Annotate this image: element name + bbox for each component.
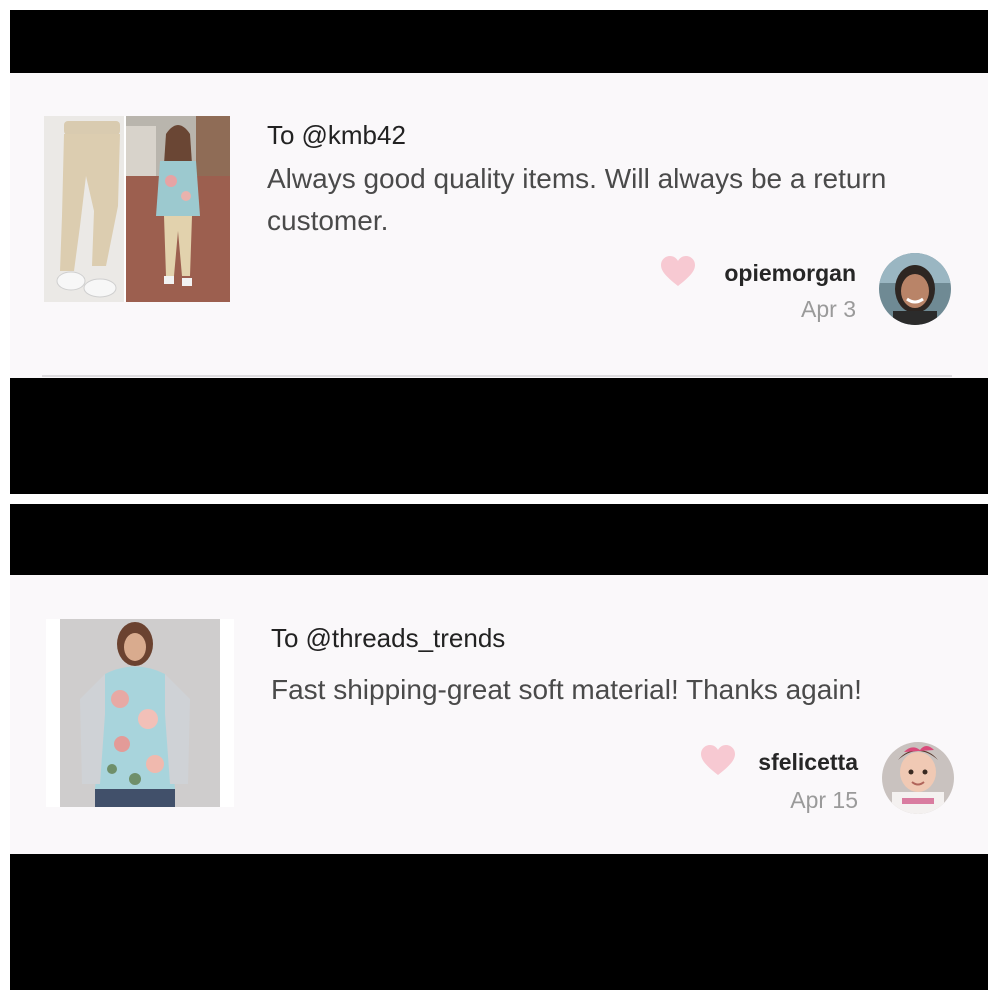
bottom-black-bar bbox=[10, 854, 988, 990]
avatar-image bbox=[882, 742, 954, 814]
product-photo-model bbox=[126, 116, 230, 302]
review-card-2[interactable]: To @threads_trends Fast shipping-great so… bbox=[10, 575, 988, 854]
product-thumbnail[interactable] bbox=[46, 619, 234, 807]
divider bbox=[42, 375, 952, 377]
to-label: To bbox=[267, 120, 295, 150]
collage-gap bbox=[0, 494, 1000, 504]
reviewer-username[interactable]: sfelicetta bbox=[758, 749, 858, 776]
heart-icon[interactable] bbox=[660, 255, 696, 287]
review-card-1[interactable]: To @kmb42 Always good quality items. Will… bbox=[10, 73, 988, 378]
pants-image bbox=[44, 116, 124, 302]
floral-top-image bbox=[60, 619, 220, 807]
avatar[interactable] bbox=[879, 253, 951, 325]
review-date: Apr 3 bbox=[801, 296, 856, 322]
top-black-bar bbox=[10, 10, 988, 73]
product-photo-top bbox=[60, 619, 220, 807]
model-image bbox=[126, 116, 230, 302]
to-label: To bbox=[271, 623, 299, 653]
middle-black-bar-1 bbox=[10, 378, 988, 494]
recipient-handle[interactable]: @kmb42 bbox=[301, 120, 405, 150]
review-message: Always good quality items. Will always b… bbox=[267, 163, 887, 236]
recipient-handle[interactable]: @threads_trends bbox=[305, 623, 505, 653]
avatar-image bbox=[879, 253, 951, 325]
product-thumbnail[interactable] bbox=[44, 116, 230, 302]
heart-icon[interactable] bbox=[700, 744, 736, 776]
review-date: Apr 15 bbox=[790, 787, 858, 813]
reviewer-username[interactable]: opiemorgan bbox=[724, 260, 856, 287]
recipient-line: To @threads_trends bbox=[271, 623, 505, 654]
product-photo-pants bbox=[44, 116, 124, 302]
middle-black-bar-2 bbox=[10, 504, 988, 575]
recipient-line: To @kmb42 bbox=[267, 120, 406, 151]
avatar[interactable] bbox=[882, 742, 954, 814]
review-message: Fast shipping-great soft material! Thank… bbox=[271, 674, 862, 705]
